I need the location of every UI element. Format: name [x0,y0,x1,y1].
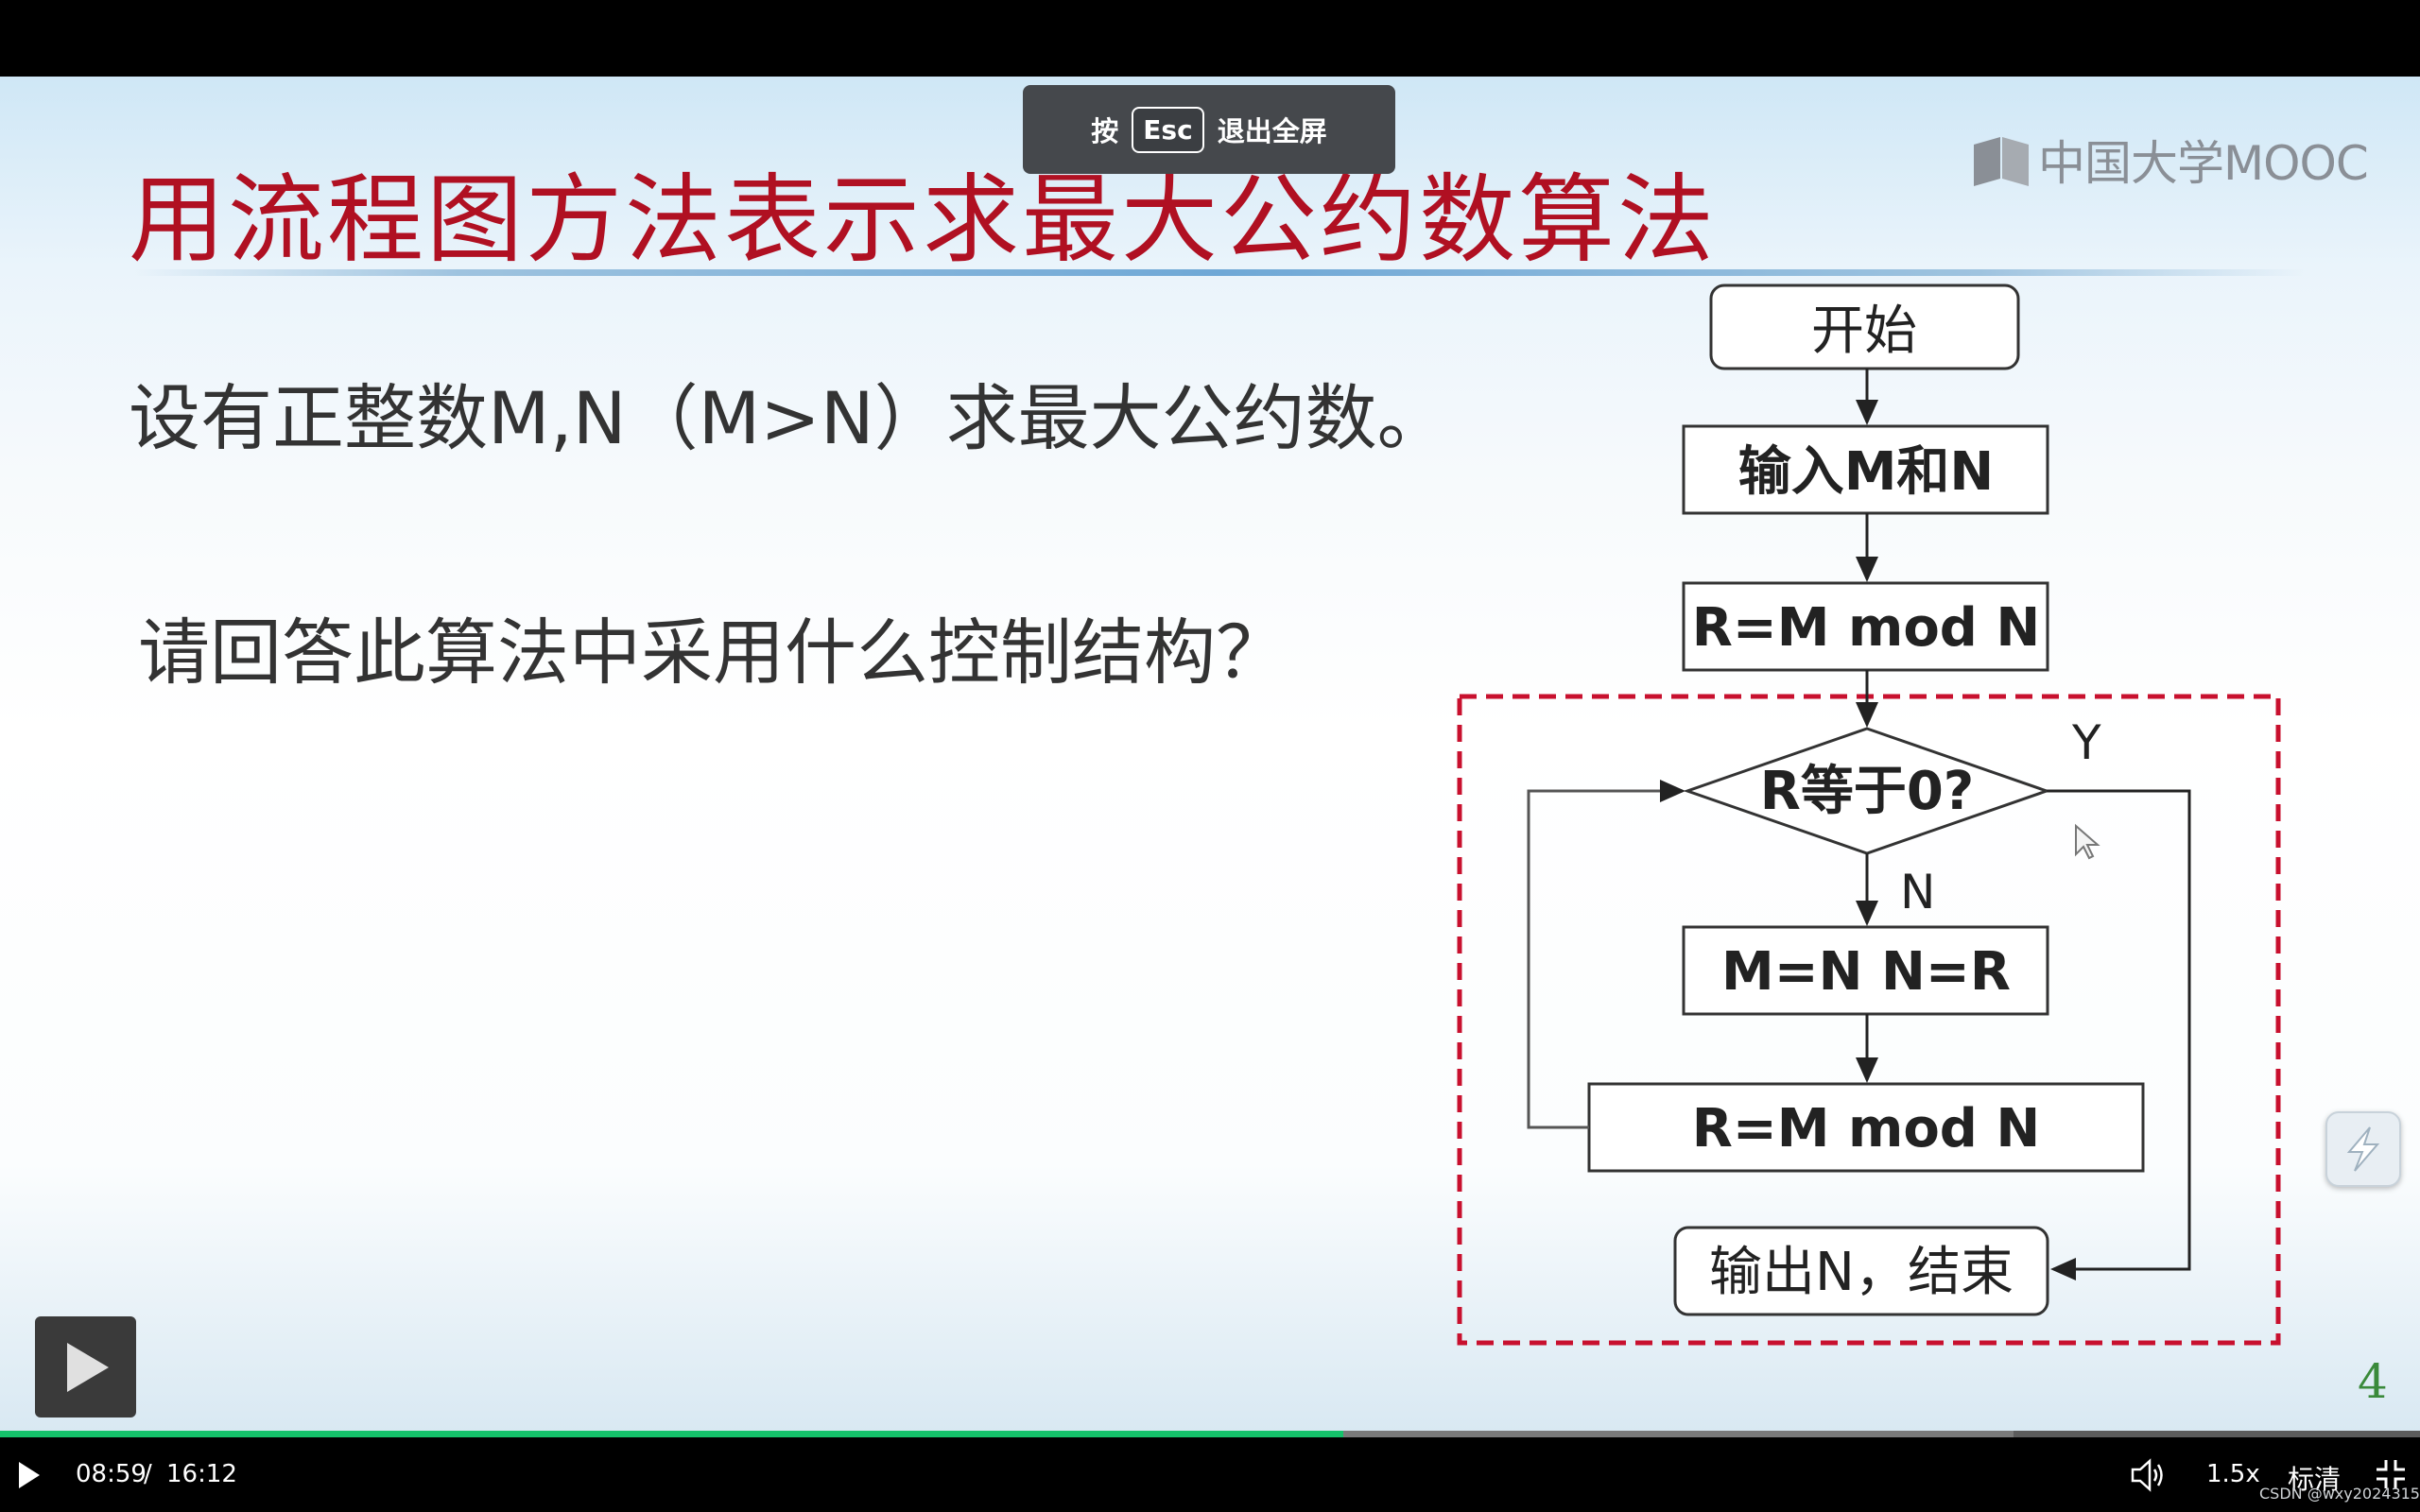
no-label: N [1900,865,1935,919]
total-time: 16:12 [166,1460,237,1488]
output-label: 输出N，结束 [1709,1242,2014,1303]
play-icon [66,1342,109,1392]
current-time: 08:59 [76,1460,147,1488]
lightning-icon [2346,1126,2380,1172]
decision-label: R等于0? [1760,761,1975,822]
start-label: 开始 [1811,301,1917,362]
player-controls: 08:59 / 16:12 1.5x 标清 [0,1437,2420,1512]
progress-played [0,1431,1343,1437]
flowchart: 开始 输入M和N R=M mod N R等于0? Y N M=N N=R R=M… [1457,284,2281,1346]
page-number: 4 [2358,1354,2388,1409]
volume-icon[interactable] [2129,1458,2167,1492]
input-label: 输入M和N [1738,441,1995,503]
progress-bar[interactable] [0,1431,2420,1437]
mouse-cursor-icon [2075,823,2100,860]
lecture-slide: 用流程图方法表示求最大公约数算法 中国大学MOOC 设有正整数M,N（M>N）求… [0,77,2420,1437]
toast-prefix: 按 [1091,115,1119,147]
step2-label: R=M mod N [1692,1098,2041,1160]
playback-speed-button[interactable]: 1.5x [2206,1460,2260,1488]
play-icon[interactable] [13,1460,43,1490]
yes-label: Y [2071,715,2101,770]
step1-label: R=M mod N [1692,597,2041,659]
assign-label: M=N N=R [1721,941,2011,1003]
toast-suffix: 退出全屏 [1217,115,1327,147]
watermark: CSDN @wxy2024315 [2259,1485,2420,1503]
floating-tool-button[interactable] [2325,1111,2401,1187]
loop-back-line [1527,780,1685,1129]
big-play-button[interactable] [35,1316,136,1418]
esc-key-badge: Esc [1132,106,1204,153]
top-black-bar [0,0,2420,77]
yes-branch-line [2047,789,2191,1280]
time-separator: / [144,1460,152,1488]
exit-fullscreen-toast: 按 Esc 退出全屏 [1023,85,1395,174]
